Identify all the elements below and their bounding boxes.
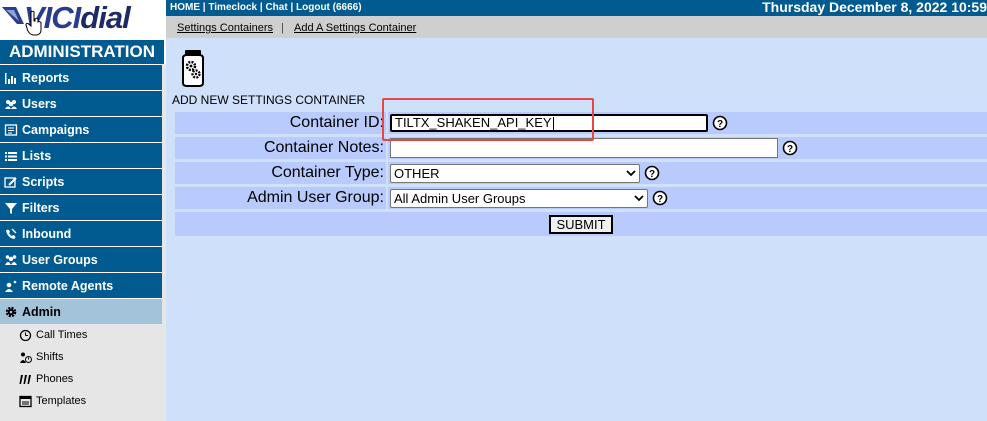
form-row-admin-user-group: Admin User Group: All Admin User Groups … xyxy=(175,187,987,209)
sidebar-item-scripts[interactable]: Scripts xyxy=(0,168,162,194)
top-nav-links[interactable]: HOME | Timeclock | Chat | Logout (6666) xyxy=(170,0,362,15)
sidebar-item-label: User Groups xyxy=(22,252,98,267)
phones-icon xyxy=(19,373,32,386)
sidebar-item-campaigns[interactable]: Campaigns xyxy=(0,116,162,142)
nav-separator: | xyxy=(281,22,284,34)
templates-icon xyxy=(19,395,32,408)
sidebar: VICIdial ADMINISTRATION Reports Users Ca… xyxy=(0,0,166,421)
chevron-down-icon xyxy=(634,195,644,202)
lists-icon xyxy=(4,149,18,163)
submit-button[interactable]: SUBMIT xyxy=(549,214,613,234)
highlight-box xyxy=(382,98,594,141)
top-bar: HOME | Timeclock | Chat | Logout (6666) … xyxy=(166,0,987,16)
sidebar-item-label: Users xyxy=(22,96,57,111)
sidebar-subitem-label: Shifts xyxy=(36,351,64,363)
sidebar-item-filters[interactable]: Filters xyxy=(0,194,162,220)
container-notes-input[interactable] xyxy=(390,138,778,158)
administration-title: ADMINISTRATION xyxy=(0,40,166,64)
svg-text:?: ? xyxy=(657,194,663,205)
sidebar-subitem-phones[interactable]: Phones xyxy=(0,368,162,390)
container-type-select[interactable]: OTHER xyxy=(390,163,640,183)
help-icon[interactable]: ? xyxy=(782,140,798,156)
svg-text:?: ? xyxy=(717,119,723,130)
sidebar-nav: Reports Users Campaigns Lists Scripts Fi… xyxy=(0,64,162,412)
container-type-cell: OTHER ? xyxy=(388,162,987,184)
container-type-value: OTHER xyxy=(394,165,440,181)
sidebar-item-remote-agents[interactable]: Remote Agents xyxy=(0,272,162,298)
sidebar-item-lists[interactable]: Lists xyxy=(0,142,162,168)
sidebar-subitem-label: Call Times xyxy=(36,329,88,341)
sidebar-item-admin[interactable]: Admin xyxy=(0,298,162,324)
container-id-label: Container ID: xyxy=(175,112,386,134)
admin-user-group-cell: All Admin User Groups ? xyxy=(388,187,987,209)
help-icon[interactable]: ? xyxy=(644,165,660,181)
section-title: ADD NEW SETTINGS CONTAINER xyxy=(172,93,366,107)
admin-submenu: Call Times Shifts Phones Templates xyxy=(0,324,162,412)
help-icon[interactable]: ? xyxy=(652,190,668,206)
container-notes-label: Container Notes: xyxy=(175,137,386,159)
users-icon xyxy=(4,97,18,111)
sidebar-subitem-shifts[interactable]: Shifts xyxy=(0,346,162,368)
gear-icon xyxy=(4,305,18,319)
remote-agents-icon xyxy=(4,279,18,293)
sidebar-item-label: Filters xyxy=(22,200,60,215)
admin-user-group-select[interactable]: All Admin User Groups xyxy=(390,188,648,208)
current-date: Thursday December 8, 2022 10:59 xyxy=(762,0,987,15)
sidebar-item-label: Remote Agents xyxy=(22,278,114,293)
sidebar-item-users[interactable]: Users xyxy=(0,90,162,116)
sidebar-subitem-call-times[interactable]: Call Times xyxy=(0,324,162,346)
settings-jar-icon xyxy=(182,50,204,87)
sidebar-item-label: Reports xyxy=(22,70,70,85)
sidebar-subitem-templates[interactable]: Templates xyxy=(0,390,162,412)
sidebar-item-label: Admin xyxy=(22,304,61,319)
sidebar-item-label: Scripts xyxy=(22,174,65,189)
sidebar-item-reports[interactable]: Reports xyxy=(0,64,162,90)
svg-text:?: ? xyxy=(787,144,793,155)
admin-user-group-label: Admin User Group: xyxy=(175,187,386,209)
container-type-label: Container Type: xyxy=(175,162,386,184)
sub-nav-bar: Settings Containers | Add A Settings Con… xyxy=(166,16,987,38)
sidebar-item-label: Lists xyxy=(22,148,52,163)
add-settings-container-link[interactable]: Add A Settings Container xyxy=(294,16,416,40)
sidebar-item-user-groups[interactable]: User Groups xyxy=(0,246,162,272)
inbound-icon xyxy=(4,227,18,241)
hand-cursor-icon xyxy=(25,10,42,36)
logo-text-dial: dial xyxy=(80,0,130,35)
form-row-submit: SUBMIT xyxy=(175,212,987,236)
user-groups-icon xyxy=(4,253,18,267)
admin-user-group-value: All Admin User Groups xyxy=(394,190,526,206)
clock-icon xyxy=(19,329,32,342)
chevron-down-icon xyxy=(626,170,636,177)
scripts-icon xyxy=(4,175,18,189)
filters-icon xyxy=(4,201,18,215)
sidebar-subitem-label: Phones xyxy=(36,373,74,385)
shifts-icon xyxy=(19,351,32,364)
sidebar-item-inbound[interactable]: Inbound xyxy=(0,220,162,246)
settings-containers-link[interactable]: Settings Containers xyxy=(177,16,273,40)
sidebar-item-label: Inbound xyxy=(22,226,72,241)
reports-icon xyxy=(4,71,18,85)
campaigns-icon xyxy=(4,123,18,137)
help-icon[interactable]: ? xyxy=(712,115,728,131)
sidebar-subitem-label: Templates xyxy=(36,395,87,407)
svg-text:?: ? xyxy=(649,169,655,180)
form-row-container-type: Container Type: OTHER ? xyxy=(175,162,987,184)
vicidial-logo[interactable]: VICIdial xyxy=(0,0,166,40)
sidebar-item-label: Campaigns xyxy=(22,122,90,137)
